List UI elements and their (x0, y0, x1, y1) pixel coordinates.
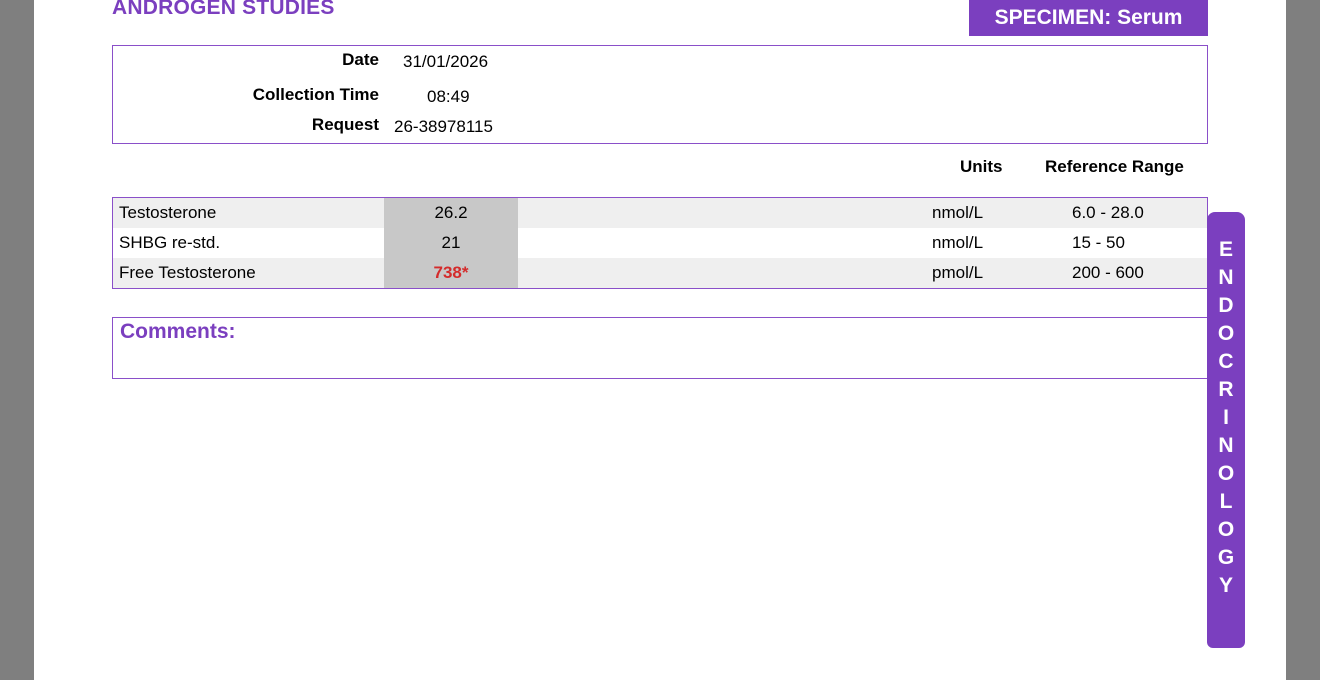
department-letter: E (1218, 238, 1233, 261)
result-value-abnormal: 738* (384, 258, 518, 288)
department-tab-endocrinology: E N D O C R I N O L O G Y (1207, 212, 1245, 648)
collection-time-row: Collection Time 08:49 (113, 85, 1207, 109)
reference-range: 200 - 600 (1072, 263, 1144, 282)
department-letter: O (1217, 518, 1235, 541)
result-value: 21 (384, 228, 518, 258)
result-units: nmol/L (932, 233, 984, 252)
department-letter: G (1217, 546, 1235, 569)
results-table: Testosterone 26.2 nmol/L 6.0 - 28.0 SHBG… (112, 197, 1208, 289)
department-letter: O (1217, 322, 1235, 345)
department-letter: C (1218, 350, 1234, 373)
department-letter: O (1217, 462, 1235, 485)
reference-range: 15 - 50 (1072, 233, 1125, 252)
table-row: SHBG re-std. 21 nmol/L 15 - 50 (113, 228, 1207, 258)
request-info-box: Date 31/01/2026 Collection Time 08:49 Re… (112, 45, 1208, 144)
request-row: Request 26-38978115 (113, 115, 1207, 139)
department-letter: I (1223, 406, 1229, 429)
reference-range: 6.0 - 28.0 (1072, 203, 1144, 222)
table-row: Free Testosterone 738* pmol/L 200 - 600 (113, 258, 1207, 288)
collection-time-label: Collection Time (252, 85, 379, 104)
department-letter: Y (1218, 574, 1233, 597)
test-name: Testosterone (119, 203, 217, 222)
collection-time-value: 08:49 (427, 87, 470, 106)
report-title: ANDROGEN STUDIES (112, 0, 335, 19)
test-name: SHBG re-std. (119, 233, 221, 252)
request-value: 26-38978115 (394, 117, 493, 136)
units-header: Units (960, 157, 1003, 176)
reference-range-header: Reference Range (1045, 157, 1184, 176)
test-name: Free Testosterone (119, 263, 256, 282)
result-value: 26.2 (384, 198, 518, 228)
comments-box: Comments: (112, 317, 1210, 379)
department-letter: N (1218, 266, 1234, 289)
department-letter: N (1218, 434, 1234, 457)
request-label: Request (311, 115, 379, 134)
date-value: 31/01/2026 (403, 52, 489, 71)
result-units: pmol/L (932, 263, 984, 282)
date-row: Date 31/01/2026 (113, 50, 1207, 74)
table-row: Testosterone 26.2 nmol/L 6.0 - 28.0 (113, 198, 1207, 228)
department-letter: R (1218, 378, 1234, 401)
comments-label: Comments: (120, 320, 236, 343)
department-letter: L (1219, 490, 1233, 513)
date-label: Date (342, 50, 379, 69)
specimen-badge: SPECIMEN: Serum (969, 0, 1208, 36)
report-page: ANDROGEN STUDIES SPECIMEN: Serum Date 31… (34, 0, 1286, 680)
department-letter: D (1218, 294, 1234, 317)
result-units: nmol/L (932, 203, 984, 222)
